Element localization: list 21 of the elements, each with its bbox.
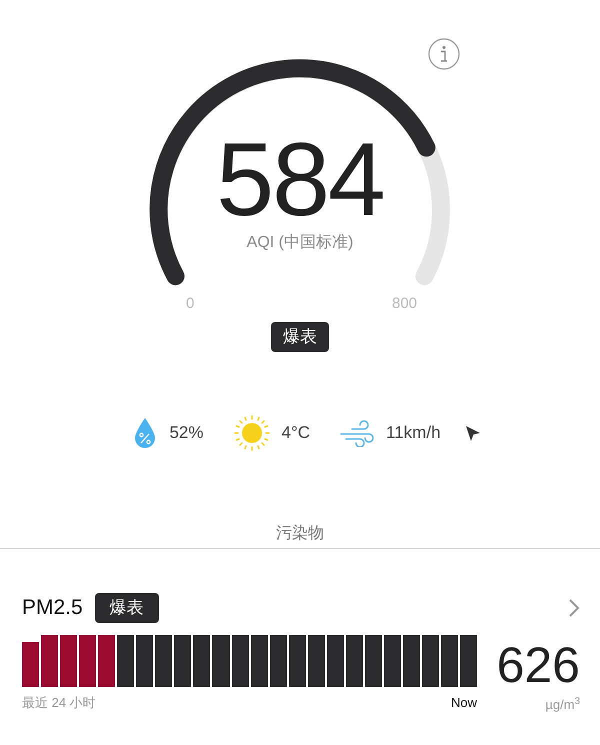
pollutant-name: PM2.5 (22, 595, 83, 622)
gauge-min-label: 0 (186, 294, 194, 314)
direction-arrow-icon (464, 424, 481, 442)
aqi-value: 584 (216, 128, 384, 232)
wind-icon (340, 419, 374, 447)
level-badge: 爆表 (271, 322, 329, 352)
info-icon[interactable] (428, 38, 460, 70)
pollutant-value: 626 (496, 637, 580, 693)
range-start-label: 最近 24 小时 (22, 694, 96, 712)
weather-value: 52% (169, 422, 204, 444)
aqi-label: AQI (中国标准) (246, 232, 354, 253)
range-end-label: Now (450, 694, 477, 712)
weather-value: 4°C (282, 422, 310, 444)
level-badge: 爆表 (94, 593, 159, 623)
unit-label: µg/m$^{3}$ (545, 695, 580, 714)
weather-value: 11km/h (386, 422, 441, 444)
gauge-max-label: 800 (392, 294, 418, 314)
chevron-right-icon[interactable] (568, 598, 580, 618)
sun-icon (234, 415, 270, 451)
section-title: 污染物 (276, 524, 324, 544)
water-drop-icon (133, 417, 158, 449)
